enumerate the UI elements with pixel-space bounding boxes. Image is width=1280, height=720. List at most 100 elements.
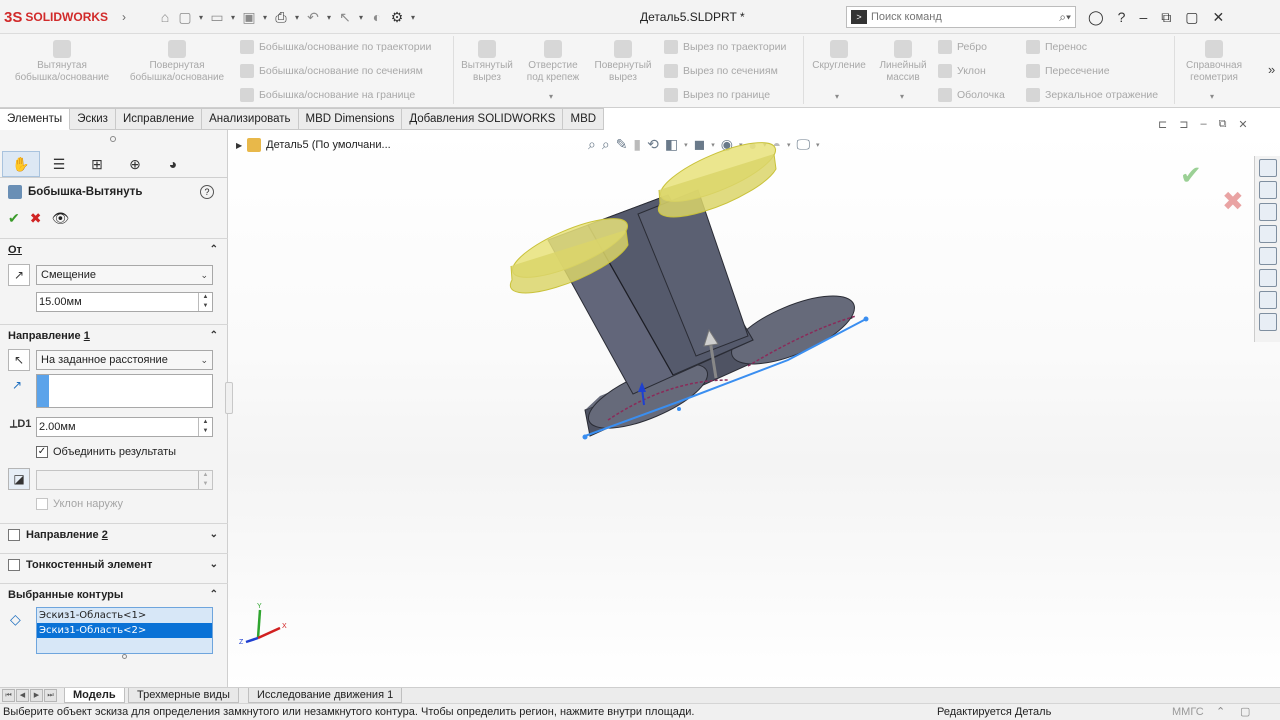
intersect-button[interactable]: Пересечение (1026, 64, 1110, 78)
list-item-selected[interactable]: Эскиз1-Область<2> (37, 623, 212, 638)
boundary-boss-button[interactable]: Бобышка/основание на границе (240, 88, 415, 102)
appearances-icon[interactable] (1258, 247, 1277, 265)
wrap-button[interactable]: Перенос (1026, 40, 1087, 54)
draft-toggle-icon[interactable]: ◪ (8, 468, 30, 490)
restore-icon[interactable]: ⧉ (1161, 9, 1171, 26)
status-dropdown-icon[interactable]: ⌃ (1216, 704, 1225, 720)
depth-field[interactable]: 2.00мм ▲ ▼ (36, 417, 213, 437)
chevron-down-icon[interactable]: ▾ (835, 92, 839, 101)
draft-button[interactable]: Уклон (938, 64, 986, 78)
offset-distance-field[interactable]: 15.00мм ▲ ▼ (36, 292, 213, 312)
revolved-cut-button[interactable]: Повернутый вырез (590, 40, 656, 84)
checkbox-unchecked[interactable] (8, 528, 20, 541)
tab-model[interactable]: Модель (64, 688, 125, 703)
last-tab-icon[interactable]: ⏭ (44, 689, 57, 702)
tab-dimxpert-manager[interactable]: ⊕ (116, 151, 154, 177)
chevron-down-icon[interactable]: ▾ (230, 13, 236, 22)
thin-feature-section-header[interactable]: Тонкостенный элемент ⌄ (0, 553, 228, 575)
tab-mbd[interactable]: MBD (563, 108, 605, 130)
rebuild-icon[interactable]: ◐ (370, 9, 384, 25)
reverse-direction-icon[interactable]: ↖ (8, 349, 30, 371)
maximize-icon[interactable]: ▢ (1185, 9, 1198, 26)
design-library-icon[interactable] (1258, 181, 1277, 199)
tab-addins[interactable]: Добавления SOLIDWORKS (402, 108, 564, 130)
panel-resize-grip[interactable] (110, 136, 116, 142)
fillet-button[interactable]: Скругление (808, 40, 870, 72)
tab-feature-manager[interactable]: ✋ (2, 151, 40, 177)
search-input[interactable] (871, 11, 1041, 23)
cancel-x-icon[interactable]: ✖ (30, 210, 42, 227)
sketch-point[interactable] (863, 316, 869, 322)
swept-boss-button[interactable]: Бобышка/основание по траектории (240, 40, 431, 54)
confirm-ok-icon[interactable]: ✔ (1180, 160, 1202, 191)
lofted-boss-button[interactable]: Бобышка/основание по сечениям (240, 64, 423, 78)
list-item[interactable]: Эскиз1-Область<1> (37, 608, 212, 623)
direction-selection-box[interactable] (36, 374, 213, 408)
open-folder-icon[interactable]: ▭ (210, 9, 224, 26)
chevron-down-icon[interactable]: ▾ (1210, 92, 1214, 101)
sketch-point[interactable] (582, 434, 588, 440)
tab-motion-study[interactable]: Исследование движения 1 (248, 688, 403, 703)
extruded-boss-button[interactable]: Вытянутая бобышка/основание (8, 40, 116, 84)
extruded-cut-button[interactable]: Вытянутый вырез (458, 40, 516, 84)
direction1-section-header[interactable]: Направление 1 ⌃ (0, 324, 228, 346)
merge-result-checkbox[interactable]: ✓ Объединить результаты (36, 446, 176, 458)
solidworks-logo[interactable]: 3S SOLIDWORKS › (4, 8, 126, 26)
direction2-section-header[interactable]: Направление 2 ⌄ (0, 523, 228, 545)
user-account-icon[interactable]: ◯ (1088, 9, 1104, 26)
tab-display-manager[interactable]: ◕ (154, 151, 192, 177)
from-section-header[interactable]: От ⌃ (0, 238, 228, 260)
chevron-down-icon[interactable]: ▾ (198, 13, 204, 22)
rib-button[interactable]: Ребро (938, 40, 987, 54)
chevron-up-icon[interactable]: ⌃ (210, 330, 218, 341)
tab-sketch[interactable]: Эскиз (70, 108, 116, 130)
undo-icon[interactable]: ↶ (306, 9, 320, 26)
options-gear-icon[interactable]: ⚙ (390, 9, 404, 26)
solidworks-resources-icon[interactable] (1258, 159, 1277, 177)
help-icon[interactable]: ? (200, 185, 214, 199)
unit-system[interactable]: ММГС (1172, 704, 1204, 720)
search-icon[interactable]: ⌕▾ (1059, 10, 1071, 25)
help-icon[interactable]: ? (1118, 9, 1126, 25)
selected-contours-list[interactable]: Эскиз1-Область<1> Эскиз1-Область<2> (36, 607, 213, 654)
selected-contours-section-header[interactable]: Выбранные контуры ⌃ (0, 583, 228, 605)
new-document-icon[interactable]: ▢ (178, 9, 192, 26)
chevron-down-icon[interactable]: ⌄ (210, 529, 218, 540)
chevron-down-icon[interactable]: ▾ (900, 92, 904, 101)
save-icon[interactable]: ▣ (242, 9, 256, 26)
confirm-cancel-icon[interactable]: ✖ (1222, 186, 1244, 217)
close-icon[interactable]: ✕ (1213, 9, 1225, 26)
chevron-down-icon[interactable]: ⌄ (210, 559, 218, 570)
tab-repair[interactable]: Исправление (115, 108, 203, 130)
spin-buttons[interactable]: ▲ ▼ (198, 418, 212, 436)
list-resize-grip[interactable] (122, 654, 127, 659)
minimize-icon[interactable]: – (1139, 9, 1147, 25)
chevron-down-icon[interactable]: ▾ (326, 13, 332, 22)
forum-icon[interactable] (1258, 291, 1277, 309)
chevron-down-icon[interactable]: ▾ (549, 92, 553, 101)
swept-cut-button[interactable]: Вырез по траектории (664, 40, 786, 54)
shell-button[interactable]: Оболочка (938, 88, 1005, 102)
lofted-cut-button[interactable]: Вырез по сечениям (664, 64, 778, 78)
chevron-right-icon[interactable]: › (122, 10, 126, 24)
sketch-point[interactable] (677, 407, 681, 411)
view-palette-icon[interactable] (1258, 225, 1277, 243)
mirror-button[interactable]: Зеркальное отражение (1026, 88, 1158, 102)
ok-check-icon[interactable]: ✔ (8, 210, 20, 227)
next-tab-icon[interactable]: ▶ (30, 689, 43, 702)
ribbon-overflow-icon[interactable]: » (1268, 62, 1275, 77)
checkbox-checked[interactable]: ✓ (36, 446, 48, 458)
chevron-down-icon[interactable]: ▾ (294, 13, 300, 22)
tab-evaluate[interactable]: Анализировать (202, 108, 299, 130)
reference-geometry-button[interactable]: Справочная геометрия (1178, 40, 1250, 84)
boundary-cut-button[interactable]: Вырез по границе (664, 88, 770, 102)
graphics-area[interactable]: ▶ Деталь5 (По умолчани... ⌕ ⌕ ✎ ▮ ⟲ ◧ ▾ ◼… (225, 118, 1280, 687)
tab-property-manager[interactable]: ☰ (40, 151, 78, 177)
first-tab-icon[interactable]: ⏮ (2, 689, 15, 702)
prev-tab-icon[interactable]: ◀ (16, 689, 29, 702)
revolved-boss-button[interactable]: Повернутая бобышка/основание (122, 40, 232, 84)
start-condition-icon[interactable]: ↗ (8, 264, 30, 286)
hole-wizard-button[interactable]: Отверстие под крепеж (520, 40, 586, 84)
chevron-up-icon[interactable]: ⌃ (210, 244, 218, 255)
checkbox-unchecked[interactable] (8, 558, 20, 571)
